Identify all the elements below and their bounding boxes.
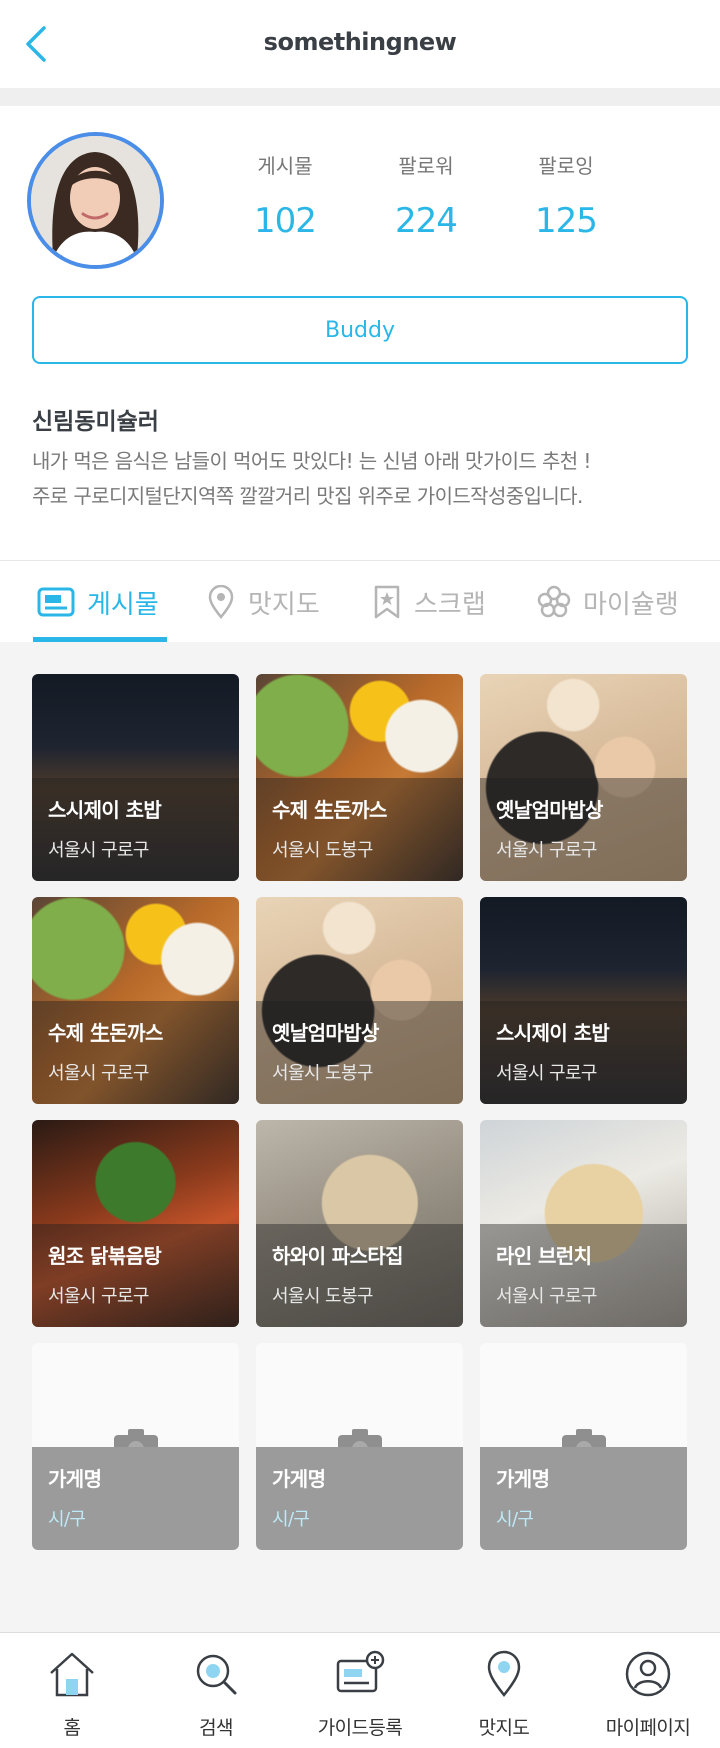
tab-label: 스크랩 <box>414 589 486 620</box>
flower-icon <box>537 585 571 618</box>
card-store-name: 스시제이 초밥 <box>48 798 162 822</box>
home-icon <box>50 1652 94 1697</box>
map-pin-icon <box>208 585 234 619</box>
empty-post-card[interactable]: 가게명 시/구 <box>32 1343 239 1550</box>
search-icon <box>196 1654 237 1695</box>
stat-label: 팔로잉 <box>538 154 594 178</box>
card-store-name: 가게명 <box>48 1467 102 1491</box>
page-title: somethingnew <box>263 28 457 56</box>
card-store-name: 스시제이 초밥 <box>496 1021 610 1045</box>
nav-search[interactable]: 검색 <box>144 1633 288 1748</box>
posts-grid: 스시제이 초밥 서울시 구로구 수제 生돈까스 서울시 도봉구 옛날엄마밥상 서… <box>0 642 720 1632</box>
nav-mypage[interactable]: 마이페이지 <box>576 1633 720 1748</box>
card-location: 시/구 <box>48 1509 86 1530</box>
profile-bio: 내가 먹은 음식은 남들이 먹어도 맛있다! 는 신념 아래 맛가이드 추천 !… <box>32 444 591 514</box>
card-location: 서울시 도봉구 <box>272 1286 373 1307</box>
nav-home[interactable]: 홈 <box>0 1633 144 1748</box>
post-card[interactable]: 옛날엄마밥상 서울시 도봉구 <box>256 897 463 1104</box>
card-store-name: 수제 生돈까스 <box>272 798 387 822</box>
post-card[interactable]: 스시제이 초밥 서울시 구로구 <box>32 674 239 881</box>
nav-label: 맛지도 <box>478 1717 530 1739</box>
card-location: 서울시 도봉구 <box>272 840 373 861</box>
profile-section: 게시물 102 팔로워 224 팔로잉 125 Buddy 신림동미슐러 내가 … <box>0 106 720 560</box>
avatar-portrait <box>31 136 160 265</box>
bio-line: 내가 먹은 음식은 남들이 먹어도 맛있다! 는 신념 아래 맛가이드 추천 ! <box>32 449 591 473</box>
stat-following[interactable]: 팔로잉 125 <box>506 150 626 241</box>
card-location: 시/구 <box>496 1509 534 1530</box>
post-card[interactable]: 옛날엄마밥상 서울시 구로구 <box>480 674 687 881</box>
nav-label: 홈 <box>63 1717 81 1739</box>
card-location: 서울시 구로구 <box>48 1286 149 1307</box>
map-pin-icon <box>487 1650 521 1698</box>
guide-add-icon <box>336 1650 385 1693</box>
post-card[interactable]: 라인 브런치 서울시 구로구 <box>480 1120 687 1327</box>
card-store-name: 가게명 <box>496 1467 550 1491</box>
card-store-name: 가게명 <box>272 1467 326 1491</box>
post-card[interactable]: 스시제이 초밥 서울시 구로구 <box>480 897 687 1104</box>
tab-mychelin[interactable]: 마이슐랭 <box>537 561 679 643</box>
tab-posts[interactable]: 게시물 <box>37 561 159 643</box>
nav-label: 검색 <box>199 1717 233 1739</box>
tab-label: 맛지도 <box>248 589 320 620</box>
post-card[interactable]: 하와이 파스타집 서울시 도봉구 <box>256 1120 463 1327</box>
card-store-name: 라인 브런치 <box>496 1244 592 1268</box>
post-card[interactable]: 수제 生돈까스 서울시 도봉구 <box>256 674 463 881</box>
bottom-navigation: 홈 검색 가이드등록 맛지도 마이페이지 <box>0 1632 720 1748</box>
card-store-name: 원조 닭볶음탕 <box>48 1244 162 1268</box>
stat-value: 102 <box>254 201 317 241</box>
tab-label: 게시물 <box>87 589 159 620</box>
post-card[interactable]: 수제 生돈까스 서울시 구로구 <box>32 897 239 1104</box>
card-store-name: 수제 生돈까스 <box>48 1021 163 1045</box>
empty-post-card[interactable]: 가게명 시/구 <box>480 1343 687 1550</box>
card-location: 서울시 구로구 <box>48 840 149 861</box>
user-icon <box>625 1651 671 1697</box>
card-store-name: 하와이 파스타집 <box>272 1244 404 1268</box>
app-header: somethingnew <box>0 0 720 88</box>
nav-map[interactable]: 맛지도 <box>432 1633 576 1748</box>
card-store-name: 옛날엄마밥상 <box>496 798 603 822</box>
buddy-button[interactable]: Buddy <box>32 296 688 364</box>
card-store-name: 옛날엄마밥상 <box>272 1021 379 1045</box>
nav-label: 마이페이지 <box>605 1717 691 1739</box>
nav-guide-register[interactable]: 가이드등록 <box>288 1633 432 1748</box>
avatar[interactable] <box>27 132 164 269</box>
card-location: 시/구 <box>272 1509 310 1530</box>
card-location: 서울시 구로구 <box>48 1063 149 1084</box>
stat-label: 팔로워 <box>398 154 454 178</box>
stat-followers[interactable]: 팔로워 224 <box>366 150 486 241</box>
section-divider <box>0 88 720 106</box>
post-card[interactable]: 원조 닭볶음탕 서울시 구로구 <box>32 1120 239 1327</box>
bookmark-star-icon <box>374 585 400 619</box>
profile-nickname: 신림동미슐러 <box>32 409 159 435</box>
card-location: 서울시 구로구 <box>496 1063 597 1084</box>
empty-post-card[interactable]: 가게명 시/구 <box>256 1343 463 1550</box>
stat-value: 224 <box>395 201 458 241</box>
card-location: 서울시 도봉구 <box>272 1063 373 1084</box>
profile-tabs: 게시물 맛지도 스크랩 마이슐랭 <box>0 560 720 642</box>
tab-label: 마이슐랭 <box>583 589 679 620</box>
nav-label: 가이드등록 <box>317 1717 403 1739</box>
stat-posts[interactable]: 게시물 102 <box>225 150 345 241</box>
stat-label: 게시물 <box>257 154 313 178</box>
tab-map[interactable]: 맛지도 <box>206 561 320 643</box>
post-card-icon <box>37 587 75 617</box>
card-location: 서울시 구로구 <box>496 1286 597 1307</box>
tab-scrap[interactable]: 스크랩 <box>372 561 486 643</box>
stat-value: 125 <box>535 201 598 241</box>
card-location: 서울시 구로구 <box>496 840 597 861</box>
bio-line: 주로 구로디지털단지역쪽 깔깔거리 맛집 위주로 가이드작성중입니다. <box>32 484 583 508</box>
